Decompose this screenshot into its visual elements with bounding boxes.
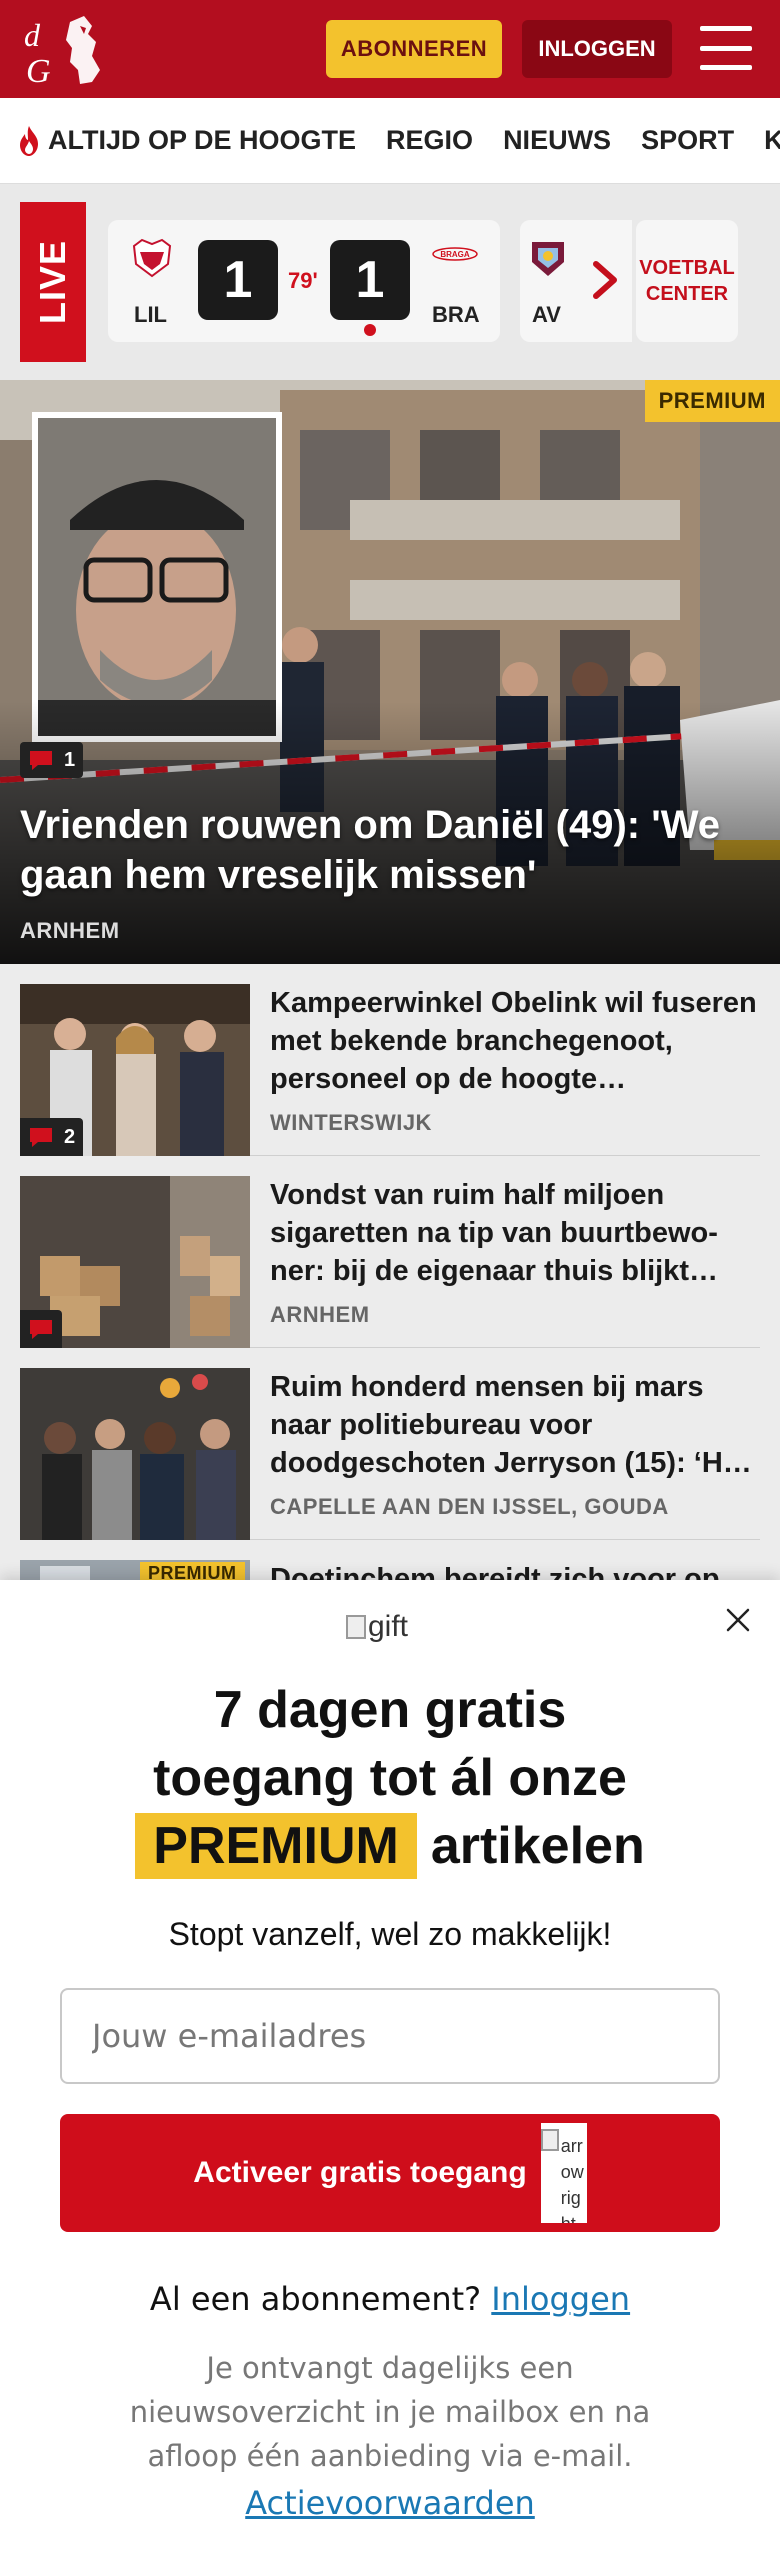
- chevron-right-icon[interactable]: [590, 260, 620, 300]
- premium-trial-overlay: gift 7 dagen gratis toegang tot ál onze …: [0, 1580, 780, 2560]
- article-title[interactable]: Kampeerwinkel Obelink wil fuseren met be…: [270, 984, 760, 1098]
- login-link[interactable]: Inloggen: [491, 2280, 630, 2318]
- article-title[interactable]: Vondst van ruim half miljoen sigaretten …: [270, 1176, 760, 1290]
- activate-button[interactable]: Activeer gratis toegang arrow right: [60, 2114, 720, 2232]
- heading-line: PREMIUM artikelen: [60, 1812, 720, 1880]
- login-button[interactable]: INLOGGEN: [522, 20, 672, 78]
- hero-title[interactable]: Vrienden rouwen om Daniël (49): 'We gaan…: [20, 800, 760, 900]
- email-field[interactable]: [60, 1988, 720, 2084]
- voetbal-center-link[interactable]: VOETBAL CENTER: [636, 220, 738, 342]
- live-label: LIVE: [20, 202, 86, 362]
- list-item[interactable]: 2 Kampeerwinkel Obelink wil fuseren met …: [20, 964, 760, 1156]
- match-minute: 79': [288, 268, 318, 293]
- nav-item-regio[interactable]: REGIO: [386, 125, 473, 156]
- article-location: WINTERSWIJK: [270, 1110, 432, 1135]
- comment-count-badge[interactable]: [20, 1310, 62, 1348]
- nav-item-nieuws[interactable]: NIEUWS: [503, 125, 611, 156]
- dg-logo[interactable]: d G: [22, 12, 122, 88]
- broken-image-icon: [346, 1615, 366, 1639]
- speech-bubble-icon: [30, 751, 52, 770]
- svg-text:d: d: [24, 17, 41, 53]
- article-location: CAPELLE AAN DEN IJSSEL, GOUDA: [270, 1494, 669, 1519]
- already-subscribed: Al een abonnement? Inloggen: [0, 2280, 780, 2318]
- aston-villa-logo-icon: [532, 242, 564, 276]
- home-team: LIL: [134, 302, 167, 327]
- home-score: 1: [198, 240, 278, 320]
- arrow-right-icon: arrow right: [540, 2123, 587, 2223]
- nav-item-sport[interactable]: SPORT: [641, 125, 734, 156]
- live-text: LIVE: [32, 239, 74, 325]
- overlay-info-text: Je ontvangt dagelijks een nieuwsoverzich…: [129, 2351, 651, 2473]
- away-score: 1: [330, 240, 410, 320]
- heading-word: artikelen: [430, 1817, 645, 1875]
- nav-label: ALTIJD OP DE HOOGTE: [48, 125, 357, 155]
- article-thumbnail: [20, 1176, 250, 1348]
- site-header: d G ABONNEREN INLOGGEN: [0, 0, 780, 98]
- comment-count: 2: [64, 1125, 76, 1148]
- broken-image-icon: [540, 2129, 559, 2151]
- lille-logo-icon: [132, 238, 172, 278]
- next-team: AV: [532, 302, 561, 327]
- comment-count-badge[interactable]: 1: [20, 742, 84, 778]
- article-list: 2 Kampeerwinkel Obelink wil fuseren met …: [0, 964, 780, 1620]
- heading-line: 7 dagen gratis: [213, 1681, 567, 1739]
- flame-icon: [20, 125, 38, 156]
- nav-item-kijk[interactable]: KIJK: [764, 125, 780, 156]
- comment-count-badge[interactable]: 2: [20, 1118, 84, 1156]
- comment-count: 1: [64, 748, 76, 771]
- subscribe-button[interactable]: ABONNEREN: [326, 20, 502, 78]
- article-location: ARNHEM: [270, 1302, 370, 1327]
- nav-item-altijd[interactable]: ALTIJD OP DE HOOGTE: [16, 125, 356, 157]
- live-match-card[interactable]: LIL 1 79' 1 BRAGA BRA: [108, 220, 500, 342]
- terms-link[interactable]: Actievoorwaarden: [0, 2484, 780, 2522]
- overlay-heading: 7 dagen gratis toegang tot ál onze PREMI…: [60, 1676, 720, 1880]
- heading-line: toegang tot ál onze: [153, 1749, 627, 1807]
- overlay-subheading: Stopt vanzelf, wel zo makkelijk!: [168, 1916, 612, 1952]
- article-title[interactable]: Ruim honderd mensen bij mars naar politi…: [270, 1368, 760, 1482]
- hero-article[interactable]: PREMIUM 1 Vrienden rouwen om Daniël (49)…: [0, 380, 780, 964]
- premium-badge: PREMIUM: [644, 380, 780, 422]
- activate-label: Activeer gratis toegang: [193, 2156, 527, 2189]
- hero-location: ARNHEM: [20, 918, 120, 943]
- list-item[interactable]: Vondst van ruim half miljoen sigaretten …: [20, 1156, 760, 1348]
- list-item[interactable]: Ruim honderd mensen bij mars naar politi…: [20, 1348, 760, 1540]
- live-scores-bar: LIVE LIL 1 79' 1 BRAGA BRA AV VOETBAL CE…: [0, 184, 780, 380]
- speech-bubble-icon: [30, 1320, 52, 1339]
- speech-bubble-icon: [30, 1128, 52, 1147]
- svg-text:G: G: [26, 53, 51, 88]
- already-text: Al een abonnement?: [149, 2280, 482, 2318]
- article-thumbnail: [20, 1368, 250, 1540]
- live-indicator-dot: [364, 324, 376, 336]
- main-nav: ALTIJD OP DE HOOGTE REGIO NIEUWS SPORT K…: [0, 98, 780, 184]
- away-team: BRA: [432, 302, 480, 327]
- article-thumbnail: 2: [20, 984, 250, 1156]
- braga-logo-icon: BRAGA: [432, 247, 478, 261]
- gift-icon: gift: [346, 1610, 408, 1644]
- gift-alt: gift: [368, 1610, 409, 1643]
- svg-text:BRAGA: BRAGA: [440, 250, 470, 259]
- premium-highlight: PREMIUM: [135, 1813, 417, 1879]
- hamburger-icon[interactable]: [700, 26, 752, 70]
- close-icon[interactable]: [720, 1602, 756, 1638]
